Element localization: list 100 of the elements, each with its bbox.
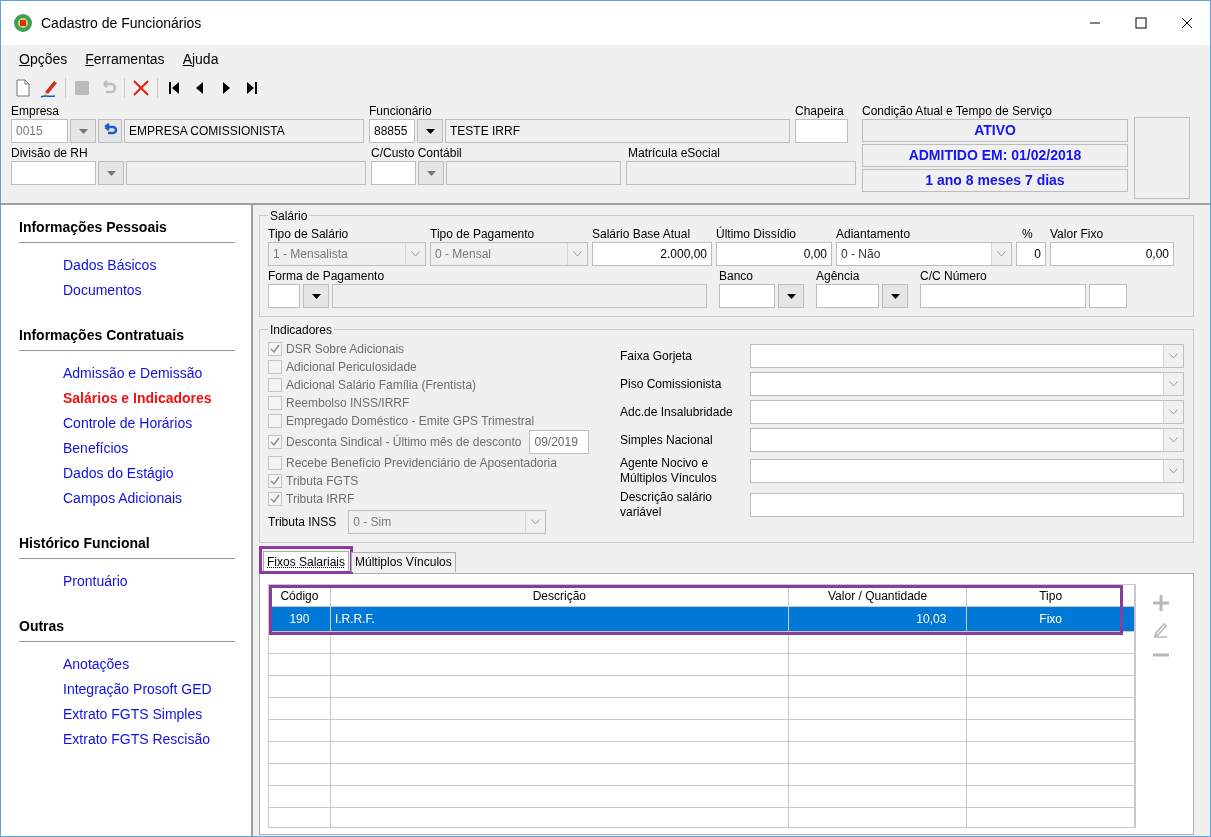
dropdown-arrow-icon — [78, 128, 88, 134]
input-field[interactable] — [795, 119, 848, 143]
chevron-icon — [1169, 468, 1178, 474]
field-label: Matrícula eSocial — [627, 145, 722, 161]
field-label: Agência — [816, 268, 861, 284]
checkbox[interactable] — [268, 342, 282, 356]
table-cell: Fixo — [967, 607, 1135, 631]
sidebar-link[interactable]: Prontuário — [63, 571, 128, 592]
input-field[interactable] — [268, 284, 300, 308]
name-field[interactable]: TESTE IRRF — [445, 119, 790, 143]
maximize-icon[interactable] — [1135, 17, 1147, 29]
sidebar-link[interactable]: Salários e Indicadores — [63, 388, 212, 409]
input-field[interactable] — [750, 493, 1184, 517]
checkbox[interactable] — [268, 492, 282, 506]
dropdown-button[interactable] — [778, 284, 804, 308]
table-cell: I.R.R.F. — [330, 607, 789, 631]
sidebar-link[interactable]: Anotações — [63, 654, 130, 675]
chevron-icon — [1169, 409, 1178, 415]
tab[interactable]: Fixos Salariais — [263, 550, 350, 573]
sidebar-link[interactable]: Documentos — [63, 280, 142, 301]
checkbox[interactable] — [268, 396, 282, 410]
input-field[interactable] — [816, 284, 879, 308]
field-label: Chapeira — [795, 103, 845, 119]
column-header[interactable]: Tipo — [967, 585, 1135, 606]
input-field[interactable] — [371, 161, 416, 185]
field-label: Tipo de Salário — [268, 226, 350, 242]
new-document-icon[interactable] — [13, 78, 33, 98]
input-field[interactable]: 0 — [1016, 242, 1046, 266]
pencil-icon[interactable] — [39, 78, 59, 98]
select-field[interactable] — [750, 344, 1184, 368]
refresh-button[interactable] — [98, 119, 122, 143]
checkbox[interactable] — [268, 435, 282, 449]
sidebar-link[interactable]: Controle de Horários — [63, 413, 193, 434]
input-field[interactable] — [626, 161, 856, 185]
field-label: Adc.de Insalubridade — [620, 404, 734, 420]
table-row[interactable]: 190 I.R.R.F. 10,03 Fixo — [269, 607, 1135, 632]
field-label: Agente Nocivo e Múltiplos Vínculos — [620, 456, 718, 486]
sidebar-link[interactable]: Benefícios — [63, 438, 129, 459]
input-field[interactable]: 2.000,00 — [592, 242, 712, 266]
sidebar-heading: Outras — [19, 616, 235, 642]
input-field[interactable]: 0,00 — [1050, 242, 1174, 266]
dropdown-arrow-icon — [106, 170, 116, 176]
status-display: ADMITIDO EM: 01/02/2018 — [862, 144, 1128, 167]
table-cell: 10,03 — [788, 607, 968, 631]
delete-icon[interactable] — [131, 78, 151, 98]
menu-item[interactable]: Ferramentas — [85, 48, 165, 70]
input-field[interactable] — [446, 161, 621, 185]
checkbox[interactable] — [268, 414, 282, 428]
checkbox[interactable] — [268, 474, 282, 488]
field-label: Adiantamento — [836, 226, 912, 242]
sidebar-link[interactable]: Extrato FGTS Simples — [63, 704, 203, 725]
checkbox[interactable] — [268, 456, 282, 470]
checkbox[interactable] — [268, 378, 282, 392]
select-field[interactable]: 0 - Não — [836, 242, 1012, 266]
field-label: Empresa — [11, 103, 61, 119]
select-field[interactable]: 0 - Sim — [348, 510, 547, 534]
sidebar-link[interactable]: Admissão e Demissão — [63, 363, 203, 384]
sidebar-link[interactable]: Dados Básicos — [63, 255, 157, 276]
checkbox-label: Adicional Salário Família (Frentista) — [286, 377, 477, 394]
dropdown-button[interactable] — [303, 284, 329, 308]
menu-item[interactable]: Opções — [19, 48, 68, 70]
input-field[interactable] — [1089, 284, 1127, 308]
chevron-icon — [997, 251, 1006, 257]
select-field[interactable] — [750, 428, 1184, 452]
dropdown-button[interactable] — [882, 284, 908, 308]
menu-item[interactable]: Ajuda — [182, 48, 219, 70]
chevron-icon — [531, 519, 541, 525]
close-icon[interactable] — [1181, 17, 1193, 29]
chevron-icon — [1169, 353, 1178, 359]
checkbox-label: Empregado Doméstico - Emite GPS Trimestral — [286, 413, 535, 430]
window-title: Cadastro de Funcionários — [41, 13, 202, 33]
sidebar-link[interactable]: Campos Adicionais — [63, 488, 183, 509]
checkbox-label: Recebe Benefício Previdenciário de Aposentadoria — [286, 455, 557, 472]
select-field[interactable] — [750, 459, 1184, 483]
column-header[interactable]: Valor / Quantidade — [788, 585, 968, 606]
input-field[interactable] — [920, 284, 1086, 308]
sidebar-heading: Informações Contratuais — [19, 325, 235, 351]
input-field[interactable] — [126, 161, 366, 185]
code-field[interactable]: 0015 — [11, 119, 68, 143]
input-field[interactable] — [11, 161, 96, 185]
input-field[interactable] — [719, 284, 775, 308]
field-label: Descrição salário variável — [620, 490, 714, 520]
dropdown-button[interactable] — [417, 119, 443, 143]
sidebar-link[interactable]: Dados do Estágio — [63, 463, 174, 484]
code-field[interactable]: 88855 — [369, 119, 415, 143]
field-label: Simples Nacional — [620, 432, 714, 448]
sidebar-link[interactable]: Integração Prosoft GED — [63, 679, 212, 700]
chevron-icon — [573, 251, 582, 257]
column-header[interactable]: Descrição — [330, 585, 789, 606]
select-field[interactable] — [750, 400, 1184, 424]
checkbox[interactable] — [268, 360, 282, 374]
column-header[interactable]: Código — [269, 585, 331, 606]
dropdown-arrow-icon — [890, 293, 900, 299]
name-field[interactable]: EMPRESA COMISSIONISTA — [124, 119, 364, 143]
date-field[interactable]: 09/2019 — [529, 430, 590, 454]
sidebar-link[interactable]: Extrato FGTS Rescisão — [63, 729, 211, 750]
input-field[interactable] — [332, 284, 707, 308]
select-field[interactable] — [750, 372, 1184, 396]
tab[interactable]: Múltiplos Vínculos — [351, 551, 456, 572]
input-field[interactable]: 0,00 — [716, 242, 832, 266]
